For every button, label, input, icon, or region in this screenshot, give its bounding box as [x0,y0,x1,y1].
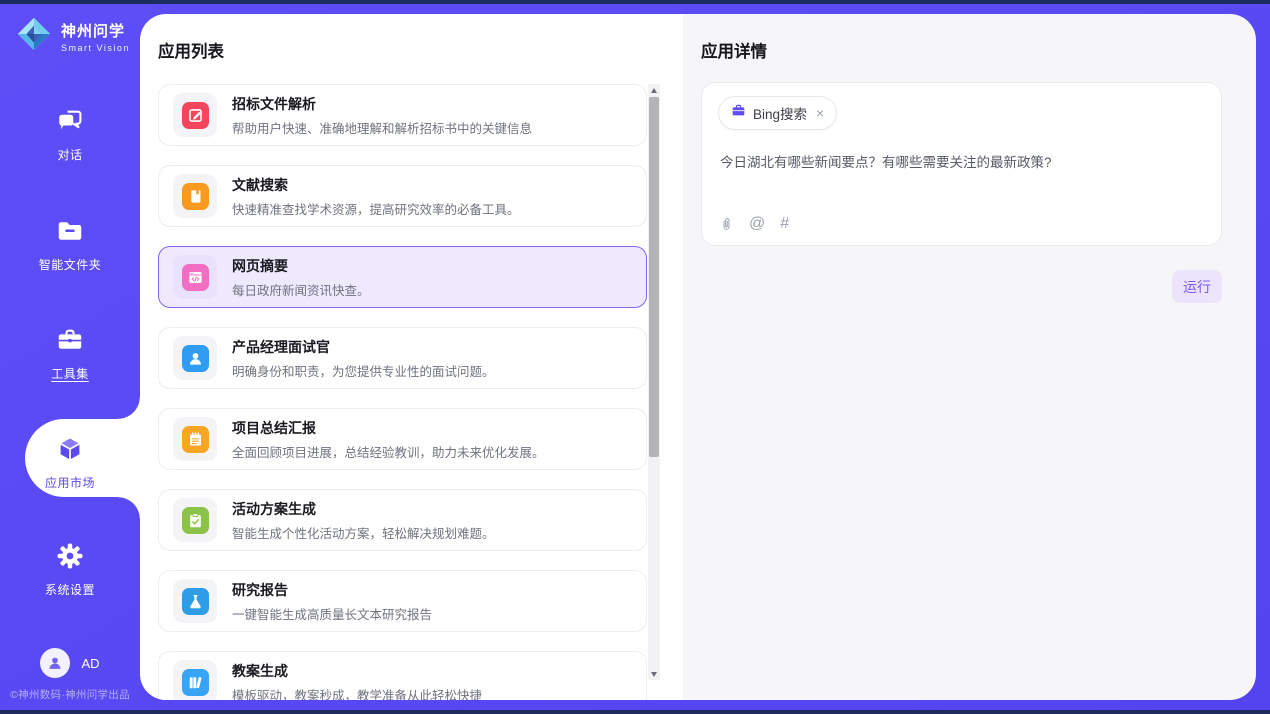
app-card-project-summary[interactable]: 项目总结汇报 全面回顾项目进展，总结经验教训，助力未来优化发展。 [158,408,647,470]
chat-icon [55,106,85,139]
brand-logo: 神州问学 Smart Vision [15,15,130,58]
app-list-scrollbar[interactable] [648,84,660,680]
sidebar-item-smart-folders[interactable]: 智能文件夹 [0,216,140,273]
brand-name: 神州问学 [61,20,130,41]
app-card-research-report[interactable]: 研究报告 一键智能生成高质量长文本研究报告 [158,570,647,632]
paperclip-icon[interactable] [719,215,734,233]
app-card-literature-search[interactable]: 文献搜索 快速精准查找学术资源，提高研究效率的必备工具。 [158,165,647,227]
app-desc: 每日政府新闻资讯快查。 [232,280,370,299]
app-title: 网页摘要 [232,256,370,276]
app-title: 文献搜索 [232,175,520,195]
scrollbar-thumb[interactable] [649,97,659,457]
flask-icon [182,588,209,615]
app-list-panel: 应用列表 招标文件解析 帮助用户快速、准确地理解和解析招标书中的关键信 [140,14,683,700]
sidebar-item-settings[interactable]: 系统设置 [0,541,140,598]
sidebar-item-toolset[interactable]: 工具集 [0,325,140,382]
sidebar-item-chat[interactable]: 对话 [0,106,140,163]
app-card-tender-analysis[interactable]: 招标文件解析 帮助用户快速、准确地理解和解析招标书中的关键信息 [158,84,647,146]
run-button[interactable]: 运行 [1172,270,1222,303]
app-title: 招标文件解析 [232,94,532,114]
copyright-note: ©神州数码·神州问学出品 [0,687,140,702]
book-icon [182,183,209,210]
app-detail-title: 应用详情 [701,38,767,62]
folder-icon [55,216,85,249]
app-title: 项目总结汇报 [232,418,545,438]
brand-subtitle: Smart Vision [61,43,130,53]
user-initials: AD [81,656,99,671]
app-desc: 明确身份和职责，为您提供专业性的面试问题。 [232,361,495,380]
app-desc: 智能生成个性化活动方案，轻松解决规划难题。 [232,523,495,542]
bottom-edge-bar [0,710,1270,714]
prompt-text[interactable]: 今日湖北有哪些新闻要点？有哪些需要关注的最新政策? [720,153,1203,173]
notepad-icon [182,426,209,453]
top-edge-bar [0,0,1270,4]
briefcase-icon [731,103,746,123]
sidebar-item-label: 智能文件夹 [39,256,102,273]
app-window: 神州问学 Smart Vision 对话 智能文件夹 [0,0,1270,714]
app-desc: 快速精准查找学术资源，提高研究效率的必备工具。 [232,199,520,218]
app-list-title: 应用列表 [158,38,224,62]
app-desc: 全面回顾项目进展，总结经验教训，助力未来优化发展。 [232,442,545,461]
chip-label: Bing搜索 [753,103,807,123]
edit-document-icon [182,102,209,129]
toolbox-icon [55,325,85,358]
books-icon [182,669,209,696]
prompt-card: Bing搜索 × 今日湖北有哪些新闻要点？有哪些需要关注的最新政策? @ # [701,82,1222,246]
webpage-code-icon [182,264,209,291]
sidebar-item-label: 对话 [57,146,82,163]
diamond-logo-icon [15,15,53,58]
main-content: 应用列表 招标文件解析 帮助用户快速、准确地理解和解析招标书中的关键信 [140,14,1256,700]
app-card-lesson-plan[interactable]: 教案生成 模板驱动，教案秒成，教学准备从此轻松快捷 [158,651,647,700]
app-card-webpage-summary[interactable]: 网页摘要 每日政府新闻资讯快查。 [158,246,647,308]
sidebar-item-label: 系统设置 [45,581,95,598]
mention-icon[interactable]: @ [749,215,765,233]
interviewer-icon [182,345,209,372]
app-title: 教案生成 [232,661,482,681]
tool-chip-bing-search[interactable]: Bing搜索 × [718,96,837,130]
sidebar-item-app-market[interactable]: 应用市场 [0,434,140,491]
app-title: 活动方案生成 [232,499,495,519]
app-desc: 模板驱动，教案秒成，教学准备从此轻松快捷 [232,685,482,701]
sidebar: 神州问学 Smart Vision 对话 智能文件夹 [0,0,140,714]
app-detail-panel: 应用详情 Bing搜索 × 今日湖北有哪些新闻要点？有哪些需要关注的最新政策? [683,14,1256,700]
gear-icon [55,541,85,574]
avatar [40,648,70,678]
sidebar-item-label: 工具集 [51,365,89,382]
user-account[interactable]: AD [0,648,140,678]
app-card-pm-interviewer[interactable]: 产品经理面试官 明确身份和职责，为您提供专业性的面试问题。 [158,327,647,389]
app-desc: 帮助用户快速、准确地理解和解析招标书中的关键信息 [232,118,532,137]
sidebar-item-label: 应用市场 [45,474,95,491]
cube-icon [55,434,85,467]
scroll-up-icon[interactable] [648,84,660,96]
clipboard-check-icon [182,507,209,534]
prompt-toolbar: @ # [719,215,789,233]
close-icon[interactable]: × [816,106,824,120]
hashtag-icon[interactable]: # [780,215,789,233]
scroll-down-icon[interactable] [648,668,660,680]
app-desc: 一键智能生成高质量长文本研究报告 [232,604,432,623]
app-title: 产品经理面试官 [232,337,495,357]
app-card-activity-plan[interactable]: 活动方案生成 智能生成个性化活动方案，轻松解决规划难题。 [158,489,647,551]
app-title: 研究报告 [232,580,432,600]
app-list: 招标文件解析 帮助用户快速、准确地理解和解析招标书中的关键信息 [158,84,647,700]
